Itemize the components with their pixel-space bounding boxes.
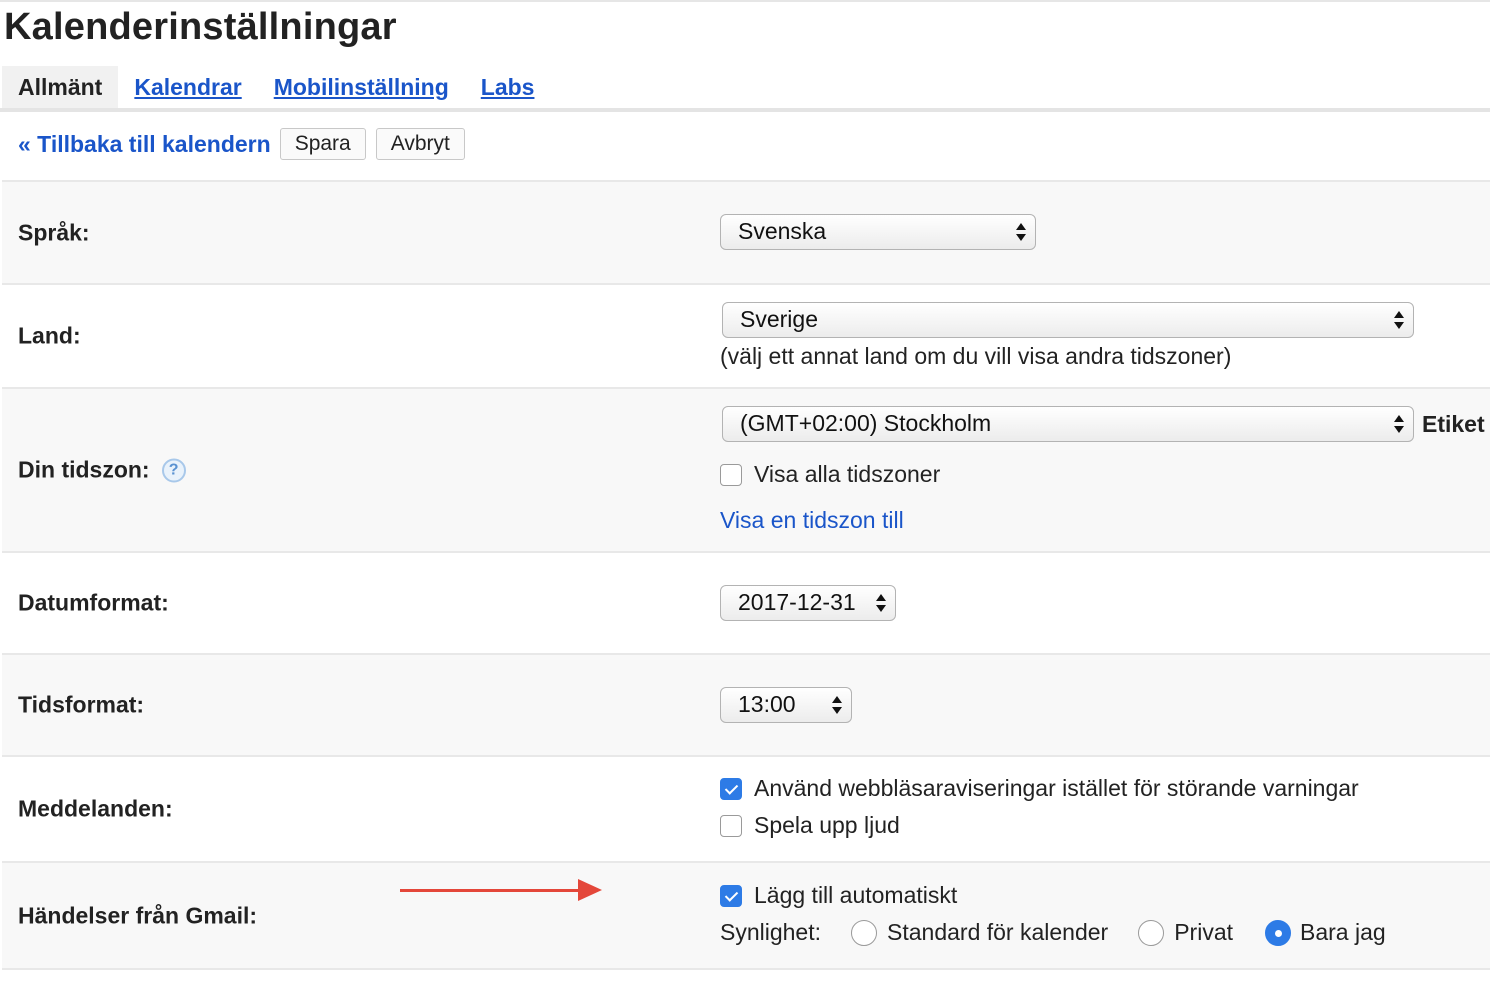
date-format-select[interactable]: 2017-12-31 [720, 585, 896, 621]
page-title: Kalenderinställningar [4, 6, 397, 48]
gmail-events-row: Händelser från Gmail: Lägg till automati… [2, 861, 1490, 970]
visibility-label: Synlighet: [720, 919, 822, 945]
country-select[interactable]: Sverige [722, 302, 1414, 338]
auto-add-option: Lägg till automatiskt [720, 882, 957, 909]
date-format-row: Datumformat: 2017-12-31 [2, 551, 1490, 653]
browser-notifications-checkbox[interactable] [720, 777, 742, 800]
show-all-timezones-label: Visa alla tidszoner [754, 461, 941, 487]
add-timezone-link[interactable]: Visa en tidszon till [720, 507, 904, 534]
time-format-label: Tidsformat: [18, 691, 145, 718]
time-format-select[interactable]: 13:00 [720, 687, 852, 723]
visibility-default-label: Standard för kalender [887, 919, 1109, 945]
select-arrows-icon [1393, 310, 1405, 332]
notifications-row: Meddelanden: Använd webbläsaraviseringar… [2, 755, 1490, 861]
timezone-selected-value: (GMT+02:00) Stockholm [740, 410, 992, 436]
back-to-calendar-link[interactable]: « Tillbaka till kalendern [18, 131, 271, 158]
tab-divider [0, 108, 1490, 112]
timezone-select[interactable]: (GMT+02:00) Stockholm [722, 406, 1414, 442]
annotation-arrow-shaft [400, 889, 580, 892]
tab-mobile-setup[interactable]: Mobilinställning [258, 66, 465, 108]
show-all-timezones-option: Visa alla tidszoner [720, 461, 940, 488]
top-divider [0, 0, 1490, 2]
auto-add-label: Lägg till automatiskt [754, 882, 958, 908]
language-select[interactable]: Svenska [720, 214, 1036, 250]
date-format-selected-value: 2017-12-31 [738, 589, 856, 615]
visibility-options: Synlighet: Standard för kalender Privat … [720, 919, 1386, 946]
settings-tabs: Allmänt Kalendrar Mobilinställning Labs [2, 66, 550, 108]
notifications-label: Meddelanden: [18, 795, 173, 822]
visibility-only-me-label: Bara jag [1300, 919, 1386, 945]
tab-labs[interactable]: Labs [465, 66, 551, 108]
visibility-private-radio[interactable] [1138, 919, 1165, 946]
time-format-row: Tidsformat: 13:00 [2, 653, 1490, 755]
play-sound-option: Spela upp ljud [720, 812, 900, 839]
language-row: Språk: Svenska [2, 180, 1490, 283]
language-label: Språk: [18, 219, 90, 245]
select-arrows-icon [831, 695, 843, 717]
show-all-timezones-checkbox[interactable] [720, 463, 742, 486]
timezone-row: Din tidszon: ? (GMT+02:00) Stockholm Eti… [2, 387, 1490, 551]
help-icon[interactable]: ? [161, 458, 186, 482]
visibility-only-me-radio[interactable] [1265, 919, 1292, 946]
select-arrows-icon [875, 593, 887, 615]
action-bar: « Tillbaka till kalendern Spara Avbryt [18, 128, 475, 160]
save-button[interactable]: Spara [279, 128, 366, 160]
date-format-label: Datumformat: [18, 589, 169, 616]
gmail-events-label: Händelser från Gmail: [18, 902, 258, 928]
timezone-label-group: Din tidszon: ? [18, 457, 186, 484]
play-sound-checkbox[interactable] [720, 814, 742, 837]
country-selected-value: Sverige [740, 306, 818, 332]
time-format-selected-value: 13:00 [738, 691, 796, 717]
select-arrows-icon [1015, 222, 1027, 244]
visibility-default-radio[interactable] [851, 919, 878, 946]
annotation-arrow [400, 876, 604, 904]
visibility-private-label: Privat [1174, 919, 1234, 945]
settings-table: Språk: Svenska Land: Sverige (välj ett a… [2, 180, 1490, 970]
cancel-button[interactable]: Avbryt [375, 128, 465, 160]
country-row: Land: Sverige (välj ett annat land om du… [2, 283, 1490, 387]
select-arrows-icon [1393, 414, 1405, 436]
auto-add-checkbox[interactable] [720, 884, 742, 907]
play-sound-label: Spela upp ljud [754, 812, 900, 838]
timezone-label: Din tidszon: [18, 456, 150, 483]
country-note: (välj ett annat land om du vill visa and… [720, 343, 1232, 369]
language-selected-value: Svenska [738, 218, 827, 244]
browser-notifications-option: Använd webbläsaraviseringar istället för… [720, 775, 1359, 802]
country-label: Land: [18, 322, 81, 349]
tab-general[interactable]: Allmänt [2, 66, 119, 108]
timezone-side-label: Etiket [1422, 411, 1485, 437]
browser-notifications-label: Använd webbläsaraviseringar istället för… [754, 775, 1359, 801]
tab-calendars[interactable]: Kalendrar [118, 66, 257, 108]
annotation-arrow-head [578, 879, 602, 901]
